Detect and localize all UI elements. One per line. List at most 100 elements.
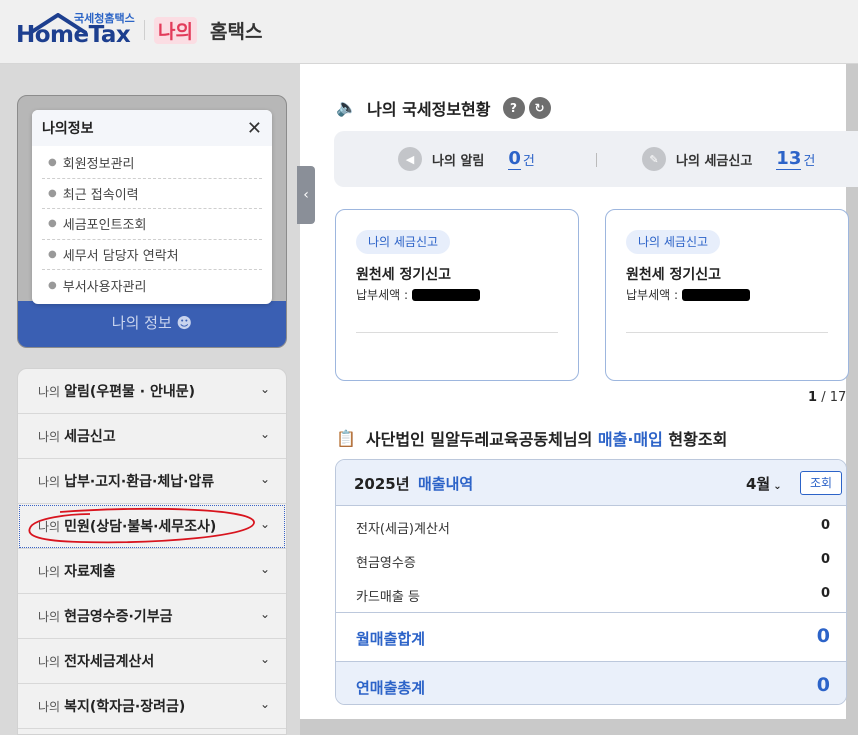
sales-section-title: 📋 사단법인 밀알두레교육공동체님의 매출·매입 현황조회: [336, 426, 727, 450]
popup-item-tax-points[interactable]: ● 세금포인트조회: [42, 209, 262, 240]
logo-title: HomeTax: [16, 22, 131, 48]
month-value: 4월: [746, 475, 771, 493]
card-tag: 나의 세금신고: [626, 230, 721, 254]
sales-kind: 매출내역: [418, 475, 474, 493]
sales-row: 카드매출 등 0: [336, 578, 846, 612]
close-icon[interactable]: ✕: [247, 118, 262, 139]
header-my: 나의: [154, 17, 197, 44]
card-title: 원천세 정기신고: [626, 267, 722, 283]
tax-filing-count[interactable]: 13: [776, 148, 802, 170]
alerts-count[interactable]: 0: [508, 148, 521, 170]
refresh-icon[interactable]: ↻: [528, 97, 551, 119]
yearly-total-row: 연매출총계 0: [336, 661, 846, 704]
menu-label: 복지(학자금·장려금): [64, 699, 186, 715]
menu-prefix: 나의: [38, 654, 61, 669]
menu-label: 납부·고지·환급·체납·압류: [64, 474, 215, 490]
yearly-total-value: 0: [816, 674, 830, 696]
menu-item-tax-filing[interactable]: 나의 세금신고 ⌄: [18, 414, 286, 459]
menu-item-notifications[interactable]: 나의 알림(우편물 · 안내문) ⌄: [18, 369, 286, 414]
menu-prefix: 나의: [38, 429, 61, 444]
menu-prefix: 나의: [38, 699, 61, 714]
my-info-label: 나의 정보: [111, 314, 172, 332]
redacted-amount: [682, 288, 751, 301]
chevron-down-icon: ⌄: [259, 382, 270, 396]
document-pen-icon: ✎: [642, 147, 666, 171]
yearly-total-label: 연매출총계: [356, 679, 426, 697]
menu-prefix: 나의: [38, 474, 61, 489]
menu-item-data-submission[interactable]: 나의 자료제출 ⌄: [18, 549, 286, 594]
menu-item-civil-petition[interactable]: 나의 민원(상담·불복·세무조사) ⌄: [18, 504, 286, 549]
monthly-total-label: 월매출합계: [356, 630, 426, 648]
sales-row: 전자(세금)계산서 0: [336, 510, 846, 544]
chevron-down-icon: ⌄: [259, 652, 270, 666]
pager-total: 17: [829, 390, 847, 405]
card-amount-label: 납부세액 :: [626, 288, 679, 302]
popup-header: 나의정보 ✕: [32, 110, 272, 146]
menu-prefix: 나의: [38, 609, 61, 624]
month-select[interactable]: 4월 ⌄: [746, 473, 782, 494]
query-button[interactable]: 조회: [800, 471, 842, 495]
sales-row-value: 0: [820, 552, 830, 567]
sales-row-label: 전자(세금)계산서: [356, 522, 450, 537]
pager-current: 1: [808, 390, 818, 405]
status-summary-bar: ◀ 나의 알림 0건 ✎ 나의 세금신고 13 건: [334, 131, 858, 187]
sales-row-label: 현금영수증: [356, 556, 416, 571]
popup-item-label: 부서사용자관리: [62, 279, 147, 295]
my-info-popup: 나의정보 ✕ ● 회원정보관리 ● 최근 접속이력 ● 세금포인트조회 ● 세무서 담당…: [32, 110, 272, 304]
clipboard-pen-icon: 📋: [336, 428, 356, 448]
help-icon[interactable]: ?: [502, 97, 525, 119]
popup-item-label: 회원정보관리: [62, 157, 135, 173]
chevron-left-icon: ‹: [303, 187, 309, 203]
chevron-down-icon: ⌄: [259, 472, 270, 486]
redacted-amount: [412, 288, 481, 301]
tax-filing-card[interactable]: 나의 세금신고 원천세 정기신고 납부세액 :: [335, 209, 579, 381]
status-title-text: 나의 국세정보현황: [367, 100, 491, 119]
alerts-label: 나의 알림: [432, 153, 485, 169]
megaphone-icon: 🔈: [336, 98, 358, 118]
menu-item-payment[interactable]: 나의 납부·고지·환급·체납·압류 ⌄: [18, 459, 286, 504]
sales-row-value: 0: [820, 518, 830, 533]
menu-item-e-invoice[interactable]: 나의 전자세금계산서 ⌄: [18, 639, 286, 684]
chevron-down-icon: ⌄: [773, 481, 782, 492]
popup-item-office-contact[interactable]: ● 세무서 담당자 연락처: [42, 240, 262, 270]
sales-title-prefix: 사단법인 밀알두레교육공동체님의: [365, 430, 598, 449]
chevron-down-icon: ⌄: [259, 427, 270, 441]
bullet-icon: ●: [48, 248, 57, 260]
pager-separator: /: [821, 390, 826, 405]
popup-item-access-history[interactable]: ● 최근 접속이력: [42, 179, 262, 209]
header-hometax: 홈택스: [210, 21, 263, 43]
menu-prefix: 나의: [38, 564, 61, 579]
my-menu-accordion: 나의 알림(우편물 · 안내문) ⌄ 나의 세금신고 ⌄ 나의 납부·고지·환급·체납·압…: [17, 368, 287, 735]
menu-label: 전자세금계산서: [64, 654, 155, 670]
popup-item-member-info[interactable]: ● 회원정보관리: [42, 148, 262, 179]
popup-item-label: 세무서 담당자 연락처: [62, 248, 179, 264]
menu-label: 자료제출: [64, 564, 116, 580]
header-divider: [144, 20, 145, 40]
person-icon: ☻: [176, 314, 193, 332]
popup-item-label: 세금포인트조회: [62, 218, 147, 234]
tax-filing-summary[interactable]: ✎ 나의 세금신고 13 건: [642, 131, 815, 187]
card-amount: 납부세액 :: [356, 286, 481, 303]
popup-item-label: 최근 접속이력: [62, 187, 139, 203]
sidebar-collapse-button[interactable]: ‹: [297, 166, 315, 224]
sales-row-value: 0: [820, 586, 830, 601]
chevron-down-icon: ⌄: [259, 517, 270, 531]
summary-divider: [596, 153, 597, 167]
chevron-down-icon: ⌄: [259, 562, 270, 576]
card-amount-label: 납부세액 :: [356, 288, 409, 302]
card-tag: 나의 세금신고: [356, 230, 451, 254]
alerts-unit: 건: [522, 153, 535, 169]
menu-prefix: 나의: [38, 384, 61, 399]
tax-filing-label: 나의 세금신고: [676, 153, 753, 169]
card-divider: [626, 332, 828, 333]
menu-item-cash-receipt[interactable]: 나의 현금영수증·기부금 ⌄: [18, 594, 286, 639]
monthly-total-value: 0: [816, 625, 830, 647]
bullet-icon: ●: [48, 157, 57, 169]
sales-title-suffix: 현황조회: [662, 430, 728, 449]
tax-filing-card[interactable]: 나의 세금신고 원천세 정기신고 납부세액 :: [605, 209, 849, 381]
my-info-button[interactable]: 나의 정보 ☻: [18, 301, 286, 347]
menu-item-welfare[interactable]: 나의 복지(학자금·장려금) ⌄: [18, 684, 286, 729]
sales-row: 현금영수증 0: [336, 544, 846, 578]
alerts-summary[interactable]: ◀ 나의 알림 0건: [398, 131, 535, 187]
popup-item-dept-users[interactable]: ● 부서사용자관리: [42, 270, 262, 301]
